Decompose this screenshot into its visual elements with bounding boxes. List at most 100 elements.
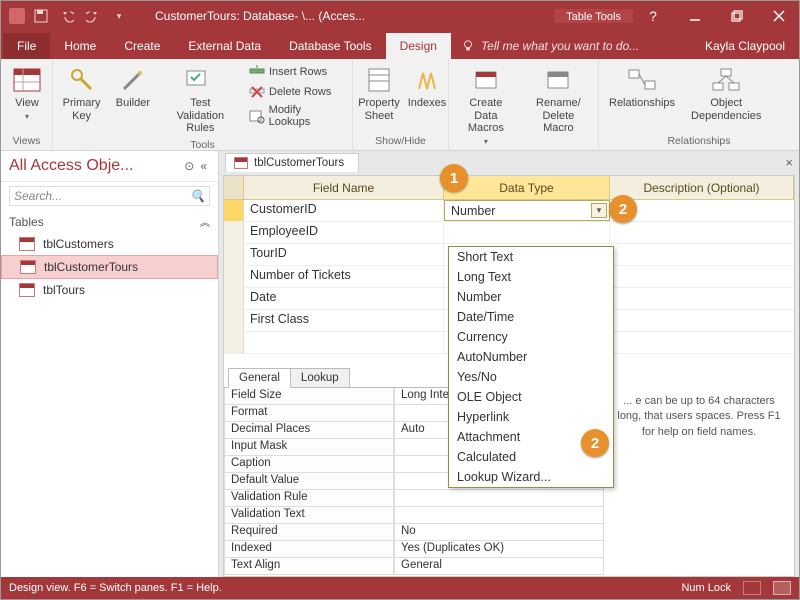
field-name-cell[interactable]: Number of Tickets — [244, 266, 444, 287]
collapse-caret-icon: ︽ — [200, 214, 210, 229]
rename-macro-icon — [543, 65, 573, 95]
col-field-name[interactable]: Field Name — [244, 176, 444, 199]
col-description[interactable]: Description (Optional) — [610, 176, 794, 199]
nav-collapse-icon[interactable]: « — [197, 159, 210, 173]
data-type-cell[interactable]: Number▾ — [444, 200, 610, 221]
property-row[interactable]: Validation Text — [224, 507, 604, 524]
nav-item-tbltours[interactable]: tblTours — [1, 279, 218, 301]
modify-lookups-button[interactable]: Modify Lookups — [247, 103, 346, 129]
dropdown-option[interactable]: Number — [449, 287, 613, 307]
dropdown-option[interactable]: Date/Time — [449, 307, 613, 327]
relationships-button[interactable]: Relationships — [605, 63, 679, 112]
datasheet-view-button[interactable] — [743, 581, 761, 595]
dropdown-option[interactable]: OLE Object — [449, 387, 613, 407]
description-cell[interactable] — [610, 266, 794, 287]
design-view-button[interactable] — [773, 581, 791, 595]
rename-delete-macro-button[interactable]: Rename/ Delete Macro — [525, 63, 592, 137]
close-button[interactable] — [759, 1, 799, 31]
property-value[interactable]: General — [394, 558, 604, 575]
nav-category-tables[interactable]: Tables ︽ — [1, 210, 218, 233]
col-data-type[interactable]: Data Type — [444, 176, 610, 199]
dropdown-option[interactable]: Yes/No — [449, 367, 613, 387]
tab-design[interactable]: Design — [386, 33, 451, 59]
property-sheet-icon — [364, 65, 394, 95]
props-tab-general[interactable]: General — [228, 368, 291, 388]
description-cell[interactable] — [610, 288, 794, 309]
dropdown-option[interactable]: Short Text — [449, 247, 613, 267]
dropdown-option[interactable]: AutoNumber — [449, 347, 613, 367]
field-name-cell[interactable]: CustomerID — [244, 200, 444, 221]
field-row[interactable]: EmployeeID — [224, 222, 794, 244]
property-row[interactable]: Text AlignGeneral — [224, 558, 604, 575]
description-cell[interactable] — [610, 310, 794, 331]
create-data-macros-button[interactable]: Create Data Macros ▾ — [455, 63, 517, 148]
nav-item-tblcustomers[interactable]: tblCustomers — [1, 233, 218, 255]
property-value[interactable] — [394, 490, 604, 507]
qat-undo-icon[interactable] — [57, 6, 77, 26]
close-document-button[interactable]: × — [785, 155, 793, 170]
test-validation-button[interactable]: Test Validation Rules — [162, 63, 239, 137]
dropdown-option[interactable]: Currency — [449, 327, 613, 347]
delete-rows-button[interactable]: Delete Rows — [247, 83, 346, 101]
description-cell[interactable] — [610, 244, 794, 265]
tell-me-search[interactable]: Tell me what you want to do... — [451, 33, 649, 59]
insert-rows-button[interactable]: Insert Rows — [247, 63, 346, 81]
qat-customize-icon[interactable]: ▾ — [109, 6, 129, 26]
property-row[interactable]: Validation Rule — [224, 490, 604, 507]
tab-external-data[interactable]: External Data — [174, 33, 275, 59]
nav-item-tblcustomertours[interactable]: tblCustomerTours — [1, 255, 218, 279]
field-name-cell[interactable]: TourID — [244, 244, 444, 265]
dropdown-option[interactable]: Long Text — [449, 267, 613, 287]
navigation-pane: All Access Obje... ⊙ « Search... 🔍 Table… — [1, 151, 219, 577]
indexes-button[interactable]: Indexes — [407, 63, 447, 112]
help-button[interactable]: ? — [633, 1, 673, 31]
user-name[interactable]: Kayla Claypool — [691, 33, 799, 59]
numlock-indicator: Num Lock — [681, 582, 731, 594]
dropdown-caret-icon[interactable]: ▾ — [591, 203, 607, 218]
tab-create[interactable]: Create — [110, 33, 174, 59]
row-selector[interactable] — [224, 200, 244, 221]
property-row[interactable]: IndexedYes (Duplicates OK) — [224, 541, 604, 558]
lightbulb-icon — [461, 39, 475, 53]
ribbon-tabs: File Home Create External Data Database … — [1, 31, 799, 59]
property-row[interactable]: RequiredNo — [224, 524, 604, 541]
nav-menu-dropdown-icon[interactable]: ⊙ — [181, 159, 197, 173]
description-cell[interactable] — [610, 200, 794, 221]
indexes-icon — [412, 65, 442, 95]
property-sheet-button[interactable]: Property Sheet — [359, 63, 399, 124]
group-relationships-label: Relationships — [605, 133, 793, 150]
callout-badge-2: 2 — [609, 195, 637, 223]
row-selector[interactable] — [224, 288, 244, 309]
dropdown-option[interactable]: Lookup Wizard... — [449, 467, 613, 487]
field-name-cell[interactable]: Date — [244, 288, 444, 309]
status-bar: Design view. F6 = Switch panes. F1 = Hel… — [1, 577, 799, 599]
data-type-cell[interactable] — [444, 222, 610, 243]
qat-save-icon[interactable] — [31, 6, 51, 26]
minimize-button[interactable] — [675, 1, 715, 31]
dropdown-option[interactable]: Hyperlink — [449, 407, 613, 427]
restore-button[interactable] — [717, 1, 757, 31]
property-value[interactable]: Yes (Duplicates OK) — [394, 541, 604, 558]
nav-title[interactable]: All Access Obje... — [9, 157, 181, 175]
field-name-cell[interactable]: First Class — [244, 310, 444, 331]
row-selector[interactable] — [224, 266, 244, 287]
property-value[interactable] — [394, 507, 604, 524]
object-dependencies-button[interactable]: Object Dependencies — [687, 63, 765, 124]
props-tab-lookup[interactable]: Lookup — [290, 368, 350, 388]
description-cell[interactable] — [610, 222, 794, 243]
field-row[interactable]: CustomerIDNumber▾ — [224, 200, 794, 222]
tab-database-tools[interactable]: Database Tools — [275, 33, 386, 59]
row-selector[interactable] — [224, 310, 244, 331]
builder-button[interactable]: Builder — [112, 63, 154, 112]
row-selector[interactable] — [224, 244, 244, 265]
field-name-cell[interactable]: EmployeeID — [244, 222, 444, 243]
qat-redo-icon[interactable] — [83, 6, 103, 26]
view-button[interactable]: View ▾ — [7, 63, 47, 123]
tab-home[interactable]: Home — [50, 33, 110, 59]
row-selector[interactable] — [224, 222, 244, 243]
property-value[interactable]: No — [394, 524, 604, 541]
tab-file[interactable]: File — [3, 33, 50, 59]
primary-key-button[interactable]: Primary Key — [59, 63, 104, 124]
document-tab[interactable]: tblCustomerTours — [225, 153, 359, 172]
nav-search-input[interactable]: Search... 🔍 — [9, 186, 210, 206]
